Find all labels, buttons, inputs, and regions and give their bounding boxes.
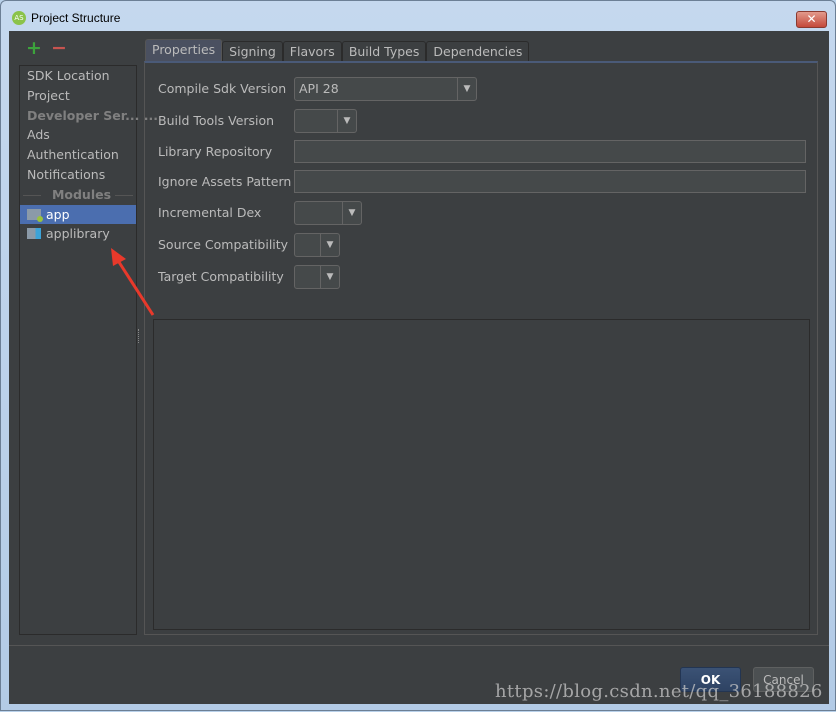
- red-arrow-annotation: [111, 248, 155, 316]
- project-structure-window: AS Project Structure ✕ + − SDK Location …: [0, 0, 836, 711]
- watermark: https://blog.csdn.net/qq_36188826: [495, 681, 823, 702]
